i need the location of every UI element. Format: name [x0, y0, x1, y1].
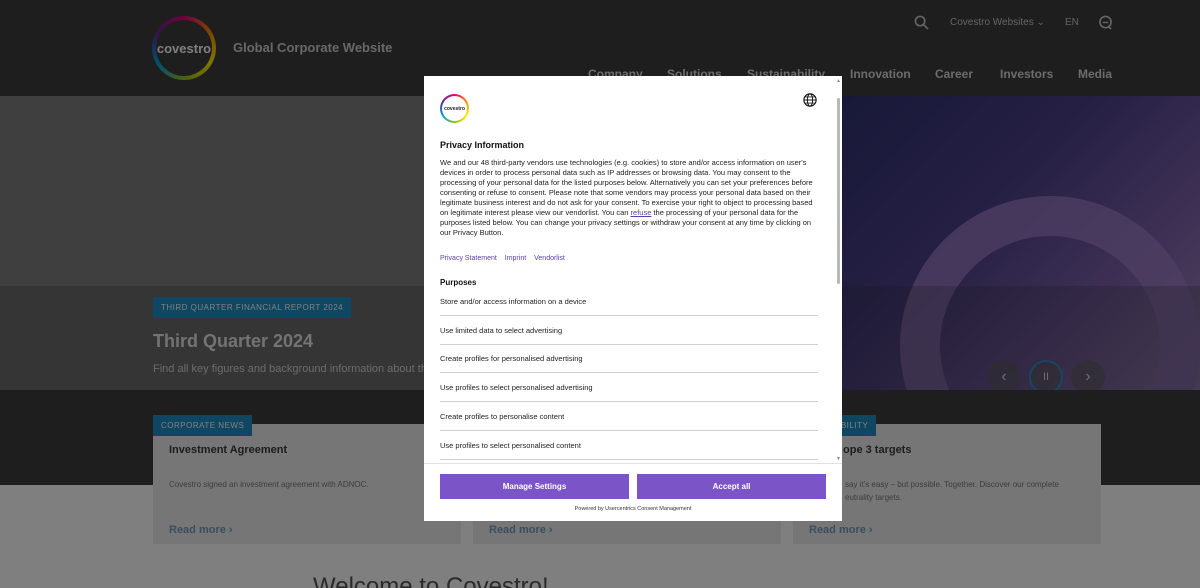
dialog-links: Privacy Statement Imprint Vendorlist	[440, 255, 571, 262]
refuse-link[interactable]: refuse	[631, 208, 652, 217]
scroll-up-icon[interactable]: ▲	[836, 78, 841, 84]
purpose-item[interactable]: Use profiles to select personalised adve…	[440, 374, 818, 402]
dialog-footer: Manage Settings Accept all Powered by Us…	[424, 463, 842, 521]
privacy-statement-link[interactable]: Privacy Statement	[440, 255, 497, 262]
purposes-heading: Purposes	[440, 278, 477, 287]
accept-all-button[interactable]: Accept all	[637, 474, 826, 499]
manage-settings-button[interactable]: Manage Settings	[440, 474, 629, 499]
dialog-logo: covestro	[440, 94, 469, 123]
dialog-logo-text: covestro	[442, 96, 467, 121]
purpose-item[interactable]: Create profiles to personalise content	[440, 403, 818, 431]
privacy-consent-dialog: covestro Privacy Information We and our …	[424, 76, 842, 521]
purpose-item[interactable]: Store and/or access information on a dev…	[440, 288, 818, 316]
vendorlist-link[interactable]: Vendorlist	[534, 255, 565, 262]
purpose-item[interactable]: Use limited data to select advertising	[440, 317, 818, 345]
dialog-description: We and our 48 third-party vendors use te…	[440, 158, 820, 238]
globe-icon[interactable]	[803, 93, 817, 107]
imprint-link[interactable]: Imprint	[505, 255, 526, 262]
dialog-title: Privacy Information	[440, 140, 525, 150]
dialog-content[interactable]: covestro Privacy Information We and our …	[424, 76, 842, 463]
scrollbar-thumb[interactable]	[837, 98, 840, 284]
powered-by-text: Powered by Usercentrics Consent Manageme…	[574, 506, 692, 512]
purpose-item[interactable]: Use profiles to select personalised cont…	[440, 432, 818, 460]
purpose-item[interactable]: Create profiles for personalised adverti…	[440, 345, 818, 373]
scroll-down-icon[interactable]: ▼	[836, 456, 841, 462]
